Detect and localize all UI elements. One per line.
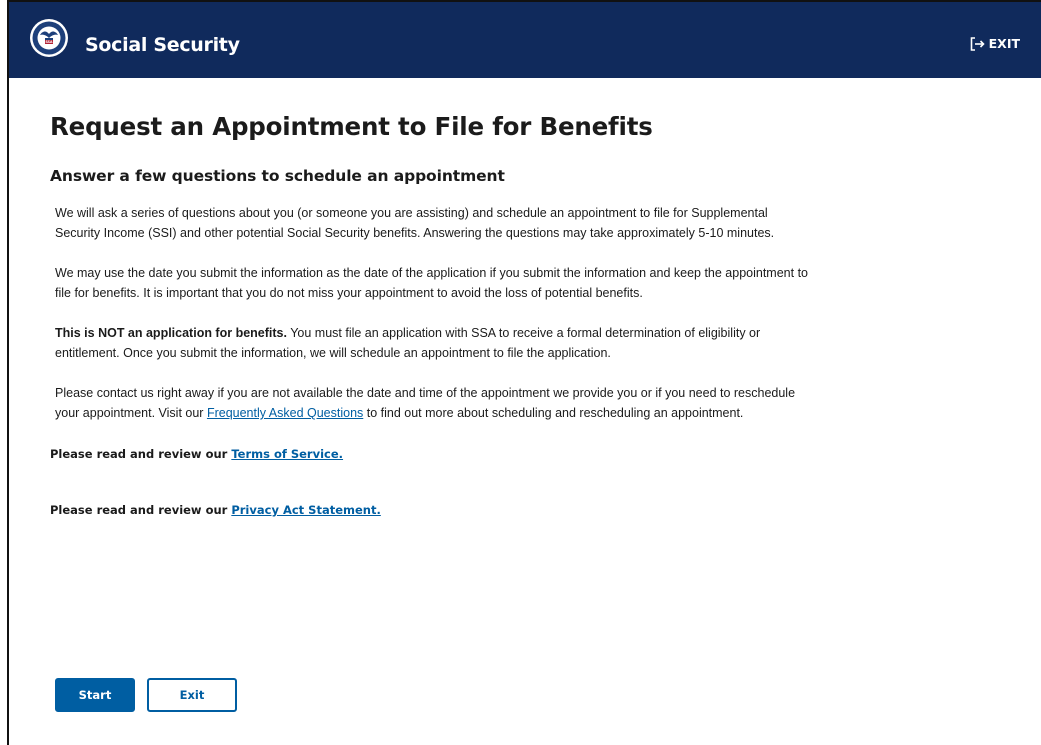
faq-link[interactable]: Frequently Asked Questions — [207, 406, 363, 420]
intro-paragraph: We will ask a series of questions about … — [55, 206, 775, 240]
page-subtitle: Answer a few questions to schedule an ap… — [50, 167, 505, 185]
ssa-seal-icon[interactable]: SSA — [29, 18, 69, 58]
notice-bold: This is NOT an application for benefits. — [55, 326, 287, 340]
date-paragraph: We may use the date you submit the infor… — [55, 266, 808, 300]
header-exit-link[interactable]: EXIT — [970, 36, 1020, 52]
start-button[interactable]: Start — [55, 678, 135, 712]
header-exit-label: EXIT — [988, 36, 1020, 51]
privacy-prefix: Please read and review our — [50, 503, 232, 517]
page-frame: SSA Social Security EXIT Request an Appo… — [7, 0, 1041, 745]
sign-out-icon — [970, 37, 985, 51]
page-title: Request an Appointment to File for Benef… — [50, 112, 653, 141]
site-header: SSA Social Security EXIT — [9, 2, 1041, 78]
main-content: Request an Appointment to File for Benef… — [50, 109, 810, 519]
exit-button[interactable]: Exit — [147, 678, 237, 712]
notice-paragraph: This is NOT an application for benefits.… — [55, 323, 810, 363]
contact-paragraph: Please contact us right away if you are … — [55, 383, 810, 423]
site-brand: Social Security — [85, 34, 240, 56]
contact-after: to find out more about scheduling and re… — [363, 406, 744, 420]
svg-text:SSA: SSA — [46, 40, 53, 44]
terms-line: Please read and review our Terms of Serv… — [50, 445, 810, 463]
privacy-line: Please read and review our Privacy Act S… — [50, 501, 810, 519]
privacy-act-link[interactable]: Privacy Act Statement. — [231, 503, 381, 517]
action-buttons: Start Exit — [55, 678, 237, 712]
terms-prefix: Please read and review our — [50, 447, 232, 461]
terms-of-service-link[interactable]: Terms of Service. — [231, 447, 343, 461]
